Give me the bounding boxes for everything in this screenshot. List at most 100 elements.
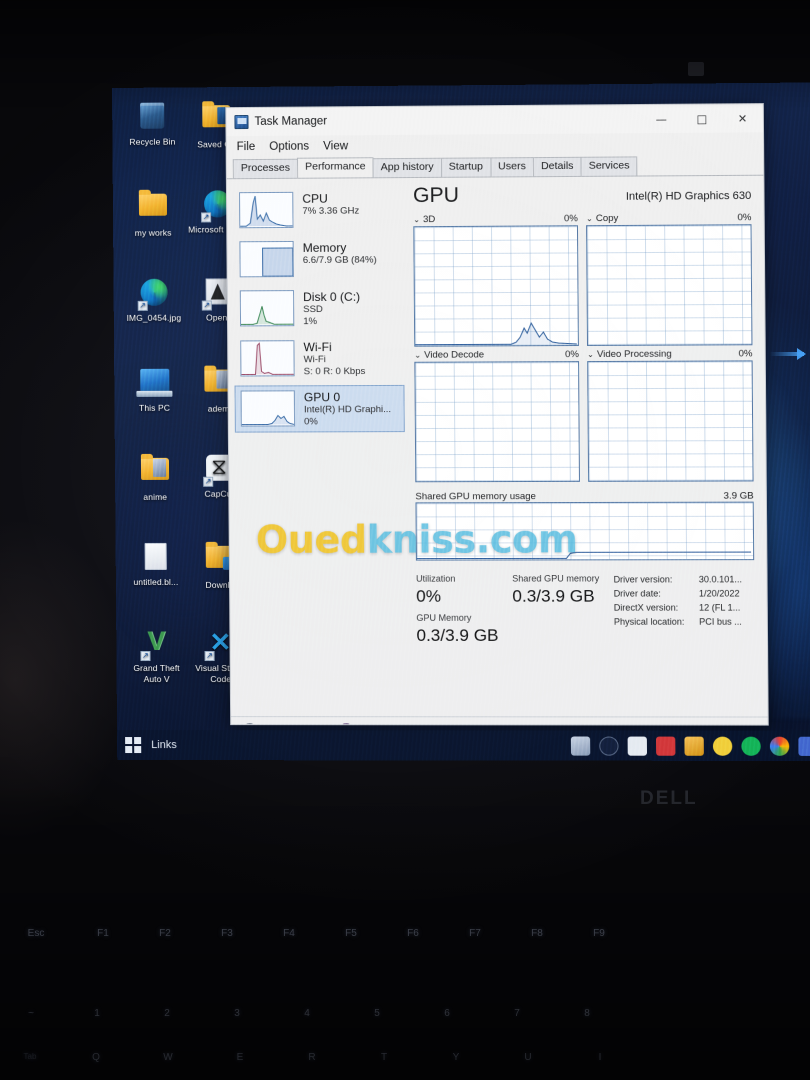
file-explorer-icon[interactable] bbox=[570, 735, 591, 756]
key-3[interactable]: 3 bbox=[202, 1008, 272, 1019]
chrome-icon[interactable] bbox=[769, 736, 790, 756]
webcam-bezel-element bbox=[688, 62, 704, 76]
key-w[interactable]: W bbox=[132, 1052, 204, 1063]
item-name: Disk 0 (C:) bbox=[303, 289, 361, 305]
sidebar-item-cpu[interactable]: CPU 7% 3.36 GHz bbox=[233, 186, 403, 233]
key-6[interactable]: 6 bbox=[412, 1008, 482, 1019]
key-r[interactable]: R bbox=[276, 1052, 348, 1063]
key-t[interactable]: T bbox=[348, 1052, 420, 1063]
gpu-stats: Utilization 0% GPU Memory 0.3/3.9 GB Sha… bbox=[416, 572, 755, 651]
chevron-down-icon[interactable]: ⌄ bbox=[586, 214, 593, 223]
item-name: Wi-Fi bbox=[303, 340, 332, 355]
key-u[interactable]: U bbox=[492, 1052, 564, 1063]
key-8[interactable]: 8 bbox=[552, 1008, 622, 1019]
tab-startup[interactable]: Startup bbox=[440, 157, 492, 177]
graph-label: Copy bbox=[595, 212, 619, 225]
key-f5[interactable]: F5 bbox=[320, 928, 382, 939]
sidebar-item-wifi[interactable]: Wi-Fi Wi-Fi S: 0 R: 0 Kbps bbox=[234, 335, 404, 383]
desktop-icon-recycle-bin[interactable]: Recycle Bin bbox=[120, 99, 184, 147]
vpn-icon[interactable] bbox=[655, 736, 676, 756]
dell-icon[interactable] bbox=[599, 736, 619, 756]
sidebar-item-disk-0[interactable]: Disk 0 (C:) SSD 1% bbox=[234, 285, 404, 333]
sidebar-item-gpu-0[interactable]: GPU 0 Intel(R) HD Graphi... 0% bbox=[234, 384, 405, 433]
number-key-row: ~ 1 2 3 4 5 6 7 8 bbox=[0, 1008, 810, 1019]
desktop-icon-untitled-blend[interactable]: untitled.bl... bbox=[124, 540, 188, 588]
info-value: 1/20/2022 bbox=[698, 588, 740, 599]
key-f6[interactable]: F6 bbox=[382, 928, 444, 939]
maximize-button[interactable]: □ bbox=[681, 104, 722, 133]
status-bar: ⌃ Fewer details ◔ Open Resource Monitor bbox=[231, 716, 768, 726]
teams-icon[interactable] bbox=[798, 736, 810, 756]
key-f3[interactable]: F3 bbox=[196, 928, 258, 939]
item-name: Memory bbox=[302, 240, 347, 255]
graph-label: Video Processing bbox=[596, 348, 672, 361]
key-f7[interactable]: F7 bbox=[444, 928, 506, 939]
graph-video-processing: ⌄ Video Processing 0% bbox=[587, 348, 754, 482]
key-5[interactable]: 5 bbox=[342, 1008, 412, 1019]
spotify-icon[interactable] bbox=[741, 736, 761, 756]
menu-options[interactable]: Options bbox=[269, 141, 309, 153]
desktop-icon-img-0454[interactable]: ↗ IMG_0454.jpg bbox=[121, 276, 185, 324]
notepad-icon[interactable] bbox=[627, 736, 648, 756]
icon-label: my works bbox=[134, 227, 172, 238]
close-button[interactable]: ✕ bbox=[722, 104, 763, 133]
tab-app-history[interactable]: App history bbox=[372, 157, 442, 178]
key-f8[interactable]: F8 bbox=[506, 928, 568, 939]
task-manager-window[interactable]: Task Manager — □ ✕ File Options View Pro… bbox=[225, 103, 769, 726]
key-e[interactable]: E bbox=[204, 1052, 276, 1063]
menu-view[interactable]: View bbox=[323, 140, 348, 152]
chevron-down-icon[interactable]: ⌄ bbox=[413, 215, 420, 224]
graph-copy: ⌄ Copy 0% bbox=[586, 212, 753, 346]
key-tab[interactable]: Tab bbox=[0, 1052, 60, 1063]
graph-header[interactable]: ⌄ Copy 0% bbox=[586, 212, 752, 225]
desktop-icon-gta-v[interactable]: ↗ Grand Theft Auto V bbox=[124, 626, 189, 684]
icon-label: Recycle Bin bbox=[129, 136, 176, 147]
key-2[interactable]: 2 bbox=[132, 1008, 202, 1019]
app-icon[interactable] bbox=[712, 736, 733, 756]
fewer-details-button[interactable]: ⌃ Fewer details bbox=[243, 723, 324, 726]
taskbar: Links bbox=[117, 730, 810, 761]
tab-details[interactable]: Details bbox=[532, 156, 582, 177]
tab-performance[interactable]: Performance bbox=[297, 157, 374, 178]
open-resource-monitor-link[interactable]: ◔ Open Resource Monitor bbox=[340, 723, 471, 726]
chevron-down-icon[interactable]: ⌄ bbox=[414, 351, 421, 360]
shared-memory-max: 3.9 GB bbox=[723, 490, 754, 502]
start-button[interactable] bbox=[125, 737, 142, 754]
menu-file[interactable]: File bbox=[237, 141, 256, 153]
key-1[interactable]: 1 bbox=[62, 1008, 132, 1019]
letter-key-row: Tab Q W E R T Y U I bbox=[0, 1052, 810, 1063]
key-tilde[interactable]: ~ bbox=[0, 1008, 62, 1019]
icon-label: This PC bbox=[139, 402, 171, 413]
desktop-icon-this-pc[interactable]: This PC bbox=[122, 364, 186, 414]
gpu-memory-label: GPU Memory bbox=[416, 612, 472, 623]
shared-memory-canvas bbox=[415, 501, 755, 561]
key-f9[interactable]: F9 bbox=[568, 928, 630, 939]
graph-header[interactable]: ⌄ Video Decode 0% bbox=[414, 349, 579, 362]
key-f1[interactable]: F1 bbox=[72, 928, 134, 939]
key-4[interactable]: 4 bbox=[272, 1008, 342, 1019]
page-title: GPU bbox=[412, 183, 460, 208]
key-7[interactable]: 7 bbox=[482, 1008, 552, 1019]
tab-services[interactable]: Services bbox=[580, 156, 638, 176]
graph-header[interactable]: ⌄ Video Processing 0% bbox=[587, 348, 753, 361]
tab-users[interactable]: Users bbox=[489, 157, 535, 177]
tab-processes[interactable]: Processes bbox=[232, 158, 299, 179]
fewer-details-label: Fewer details bbox=[261, 724, 324, 726]
sidebar-item-memory[interactable]: Memory 6.6/7.9 GB (84%) bbox=[233, 235, 403, 282]
desktop-icon-anime[interactable]: anime bbox=[123, 452, 187, 503]
laptop-keyboard: Esc F1 F2 F3 F4 F5 F6 F7 F8 F9 ~ 1 2 3 4… bbox=[0, 900, 810, 1080]
minimize-button[interactable]: — bbox=[641, 105, 682, 134]
graph-header[interactable]: ⌄ 3D 0% bbox=[413, 213, 578, 226]
key-i[interactable]: I bbox=[564, 1052, 636, 1063]
chevron-down-icon[interactable]: ⌄ bbox=[587, 350, 594, 359]
key-f4[interactable]: F4 bbox=[258, 928, 320, 939]
key-y[interactable]: Y bbox=[420, 1052, 492, 1063]
task-manager-icon bbox=[234, 114, 249, 130]
key-esc[interactable]: Esc bbox=[0, 928, 72, 939]
graph-value: 0% bbox=[737, 212, 752, 224]
desktop-icon-my-works[interactable]: my works bbox=[121, 188, 185, 239]
key-f2[interactable]: F2 bbox=[134, 928, 196, 939]
key-q[interactable]: Q bbox=[60, 1052, 132, 1063]
folder-icon[interactable] bbox=[684, 736, 704, 756]
taskbar-links-label[interactable]: Links bbox=[151, 739, 177, 751]
